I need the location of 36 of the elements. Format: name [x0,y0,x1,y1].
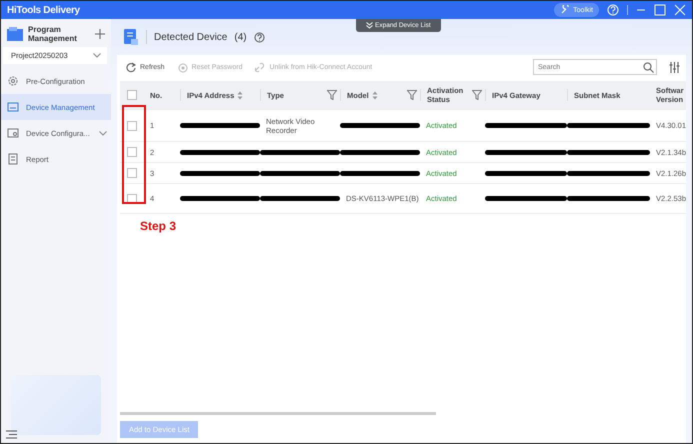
sort-icon [237,90,244,100]
maximize-icon [654,4,666,16]
double-chevron-down-icon [366,22,373,29]
document-icon [7,153,19,166]
app-title: HiTools Delivery [7,4,80,16]
close-icon [674,4,686,16]
refresh-icon [125,62,136,72]
step-label: Step 3 [140,219,176,233]
help-icon [607,4,619,16]
row-checkbox[interactable] [127,194,137,204]
menu-icon [6,430,17,439]
device-settings-icon [7,127,19,140]
link-icon [254,62,266,72]
plus-icon [95,29,105,40]
help-icon [254,32,265,42]
sidebar-title: Program Management [28,25,78,44]
select-all-checkbox[interactable] [127,90,137,100]
target-icon [176,62,188,72]
monitor-icon [7,101,19,114]
document-icon [123,28,139,46]
search-icon [643,62,654,72]
chevron-down-icon [99,130,107,136]
sliders-icon[interactable] [669,62,680,72]
row-checkbox[interactable] [127,168,137,178]
row-checkbox[interactable] [127,120,137,130]
chevron-down-icon [93,53,101,58]
folder-icon [6,26,24,42]
page-title: Detected Device [154,32,228,42]
filter-icon[interactable] [407,90,417,100]
filter-icon[interactable] [327,90,337,100]
sort-icon [372,90,378,100]
row-checkbox[interactable] [127,147,137,157]
horizontal-scrollbar[interactable] [120,412,436,415]
device-count: (4) [234,32,247,42]
filter-icon[interactable] [472,90,482,100]
gear-icon [7,75,19,88]
